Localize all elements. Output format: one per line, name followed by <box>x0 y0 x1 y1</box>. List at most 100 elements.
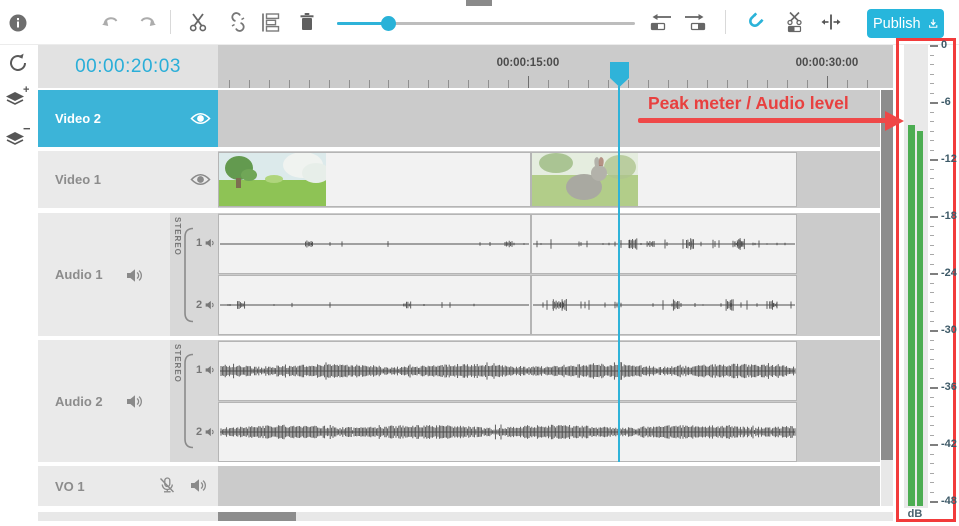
vertical-scrollbar-thumb[interactable] <box>881 90 893 460</box>
timecode-display: 00:00:20:03 <box>38 45 218 88</box>
track-label-video2: Video 2 <box>55 111 101 126</box>
info-button[interactable] <box>8 13 28 33</box>
horizontal-scrollbar-thumb[interactable] <box>218 512 296 521</box>
meter-tick <box>930 482 934 483</box>
trim-button[interactable] <box>820 14 842 30</box>
undo-icon <box>101 14 119 30</box>
speaker-icon <box>126 268 143 283</box>
track-header-video1[interactable]: Video 1 <box>38 151 218 208</box>
meter-db-label: -42 <box>941 438 957 450</box>
ruler-tick <box>349 80 350 88</box>
meter-tick <box>930 387 938 389</box>
meter-tick <box>930 235 934 236</box>
timeline-ruler[interactable]: 00:00:15:0000:00:30:00 <box>218 45 893 88</box>
redo-button[interactable] <box>139 14 157 30</box>
split-clip-button[interactable] <box>784 11 805 33</box>
ruler-tick <box>388 80 389 88</box>
meter-tick <box>930 416 934 417</box>
remove-track-button[interactable]: − <box>4 126 30 150</box>
ruler-tick <box>687 80 688 88</box>
ruler-tick <box>309 80 310 88</box>
ruler-tick <box>488 80 489 88</box>
jump-next-edit-button[interactable] <box>684 13 706 31</box>
timecode-value: 00:00:20:03 <box>75 56 181 78</box>
redo-icon <box>139 14 157 30</box>
svg-text:−: − <box>23 126 30 136</box>
meter-tick <box>930 150 934 151</box>
ruler-tick <box>249 80 250 88</box>
meter-tick <box>930 64 934 65</box>
publish-download-icon <box>928 16 938 31</box>
undo-button[interactable] <box>101 14 119 30</box>
stereo-label-audio2: STEREO <box>173 344 182 383</box>
trim-icon <box>820 14 842 30</box>
ruler-tick <box>787 80 788 88</box>
ruler-tick <box>827 76 828 88</box>
snap-toggle-button[interactable] <box>744 11 765 32</box>
meter-tick <box>930 159 938 161</box>
record-voiceover-button[interactable] <box>158 477 176 494</box>
meter-tick <box>930 83 934 84</box>
annotation-text: Peak meter / Audio level <box>648 93 849 114</box>
meter-tick <box>930 359 934 360</box>
peak-meter-bar <box>908 125 915 506</box>
meter-tick <box>930 349 934 350</box>
ruler-tick <box>807 80 808 88</box>
unlink-button[interactable] <box>228 12 248 32</box>
speaker-icon <box>205 300 216 310</box>
meter-tick <box>930 169 934 170</box>
audio-clip[interactable] <box>218 402 797 462</box>
meter-tick <box>930 273 938 275</box>
microphone-muted-icon <box>158 477 176 494</box>
mute-toggle-audio2[interactable] <box>126 394 143 409</box>
track-header-audio1[interactable]: Audio 1 <box>38 213 170 336</box>
audio-clip[interactable] <box>218 275 531 335</box>
visibility-toggle-video1[interactable] <box>190 172 211 187</box>
audio-clip[interactable] <box>531 275 797 335</box>
meter-db-label: -12 <box>941 153 957 165</box>
audio-clip[interactable] <box>531 214 797 274</box>
add-track-button[interactable]: + <box>4 86 30 110</box>
meter-tick <box>930 245 934 246</box>
panel-collapse-handle[interactable] <box>466 0 492 6</box>
cut-button[interactable] <box>188 12 208 32</box>
ruler-tick <box>508 80 509 88</box>
playhead-marker[interactable] <box>610 62 629 87</box>
reset-zoom-button[interactable] <box>7 52 29 74</box>
meter-db-label: -36 <box>941 381 957 393</box>
meter-tick <box>930 55 934 56</box>
delete-button[interactable] <box>298 12 316 32</box>
audio-clip[interactable] <box>218 214 531 274</box>
ruler-tick <box>727 80 728 88</box>
ruler-tick <box>767 80 768 88</box>
ruler-tick <box>747 80 748 88</box>
mute-toggle-vo1[interactable] <box>190 478 207 493</box>
meter-tick <box>930 397 934 398</box>
speaker-icon <box>205 238 216 248</box>
publish-button[interactable]: Publish <box>867 9 944 38</box>
zoom-slider-handle[interactable] <box>381 16 396 31</box>
mute-toggle-audio1[interactable] <box>126 268 143 283</box>
ruler-tick <box>707 80 708 88</box>
ruler-time-label: 00:00:30:00 <box>796 57 859 69</box>
meter-tick <box>930 102 938 104</box>
audio-clip[interactable] <box>218 341 797 401</box>
storyboard-button[interactable] <box>260 12 281 33</box>
horizontal-scrollbar[interactable] <box>38 512 893 521</box>
meter-tick <box>930 340 934 341</box>
visibility-toggle-video2[interactable] <box>190 111 211 126</box>
storyboard-icon <box>260 12 281 33</box>
trash-icon <box>298 12 316 32</box>
channel-number: 2 <box>196 426 202 438</box>
meter-tick <box>930 121 934 122</box>
annotation-arrow <box>638 118 888 123</box>
video-clip-2[interactable] <box>531 152 797 207</box>
track-header-audio2[interactable]: Audio 2 <box>38 340 170 462</box>
eye-icon <box>190 172 211 187</box>
video-clip-1[interactable] <box>218 152 531 207</box>
track-header-vo1[interactable]: VO 1 <box>38 466 218 506</box>
jump-previous-edit-button[interactable] <box>650 13 672 31</box>
split-clip-icon <box>784 11 805 33</box>
track-header-video2[interactable]: Video 2 <box>38 90 218 147</box>
meter-tick <box>930 292 934 293</box>
